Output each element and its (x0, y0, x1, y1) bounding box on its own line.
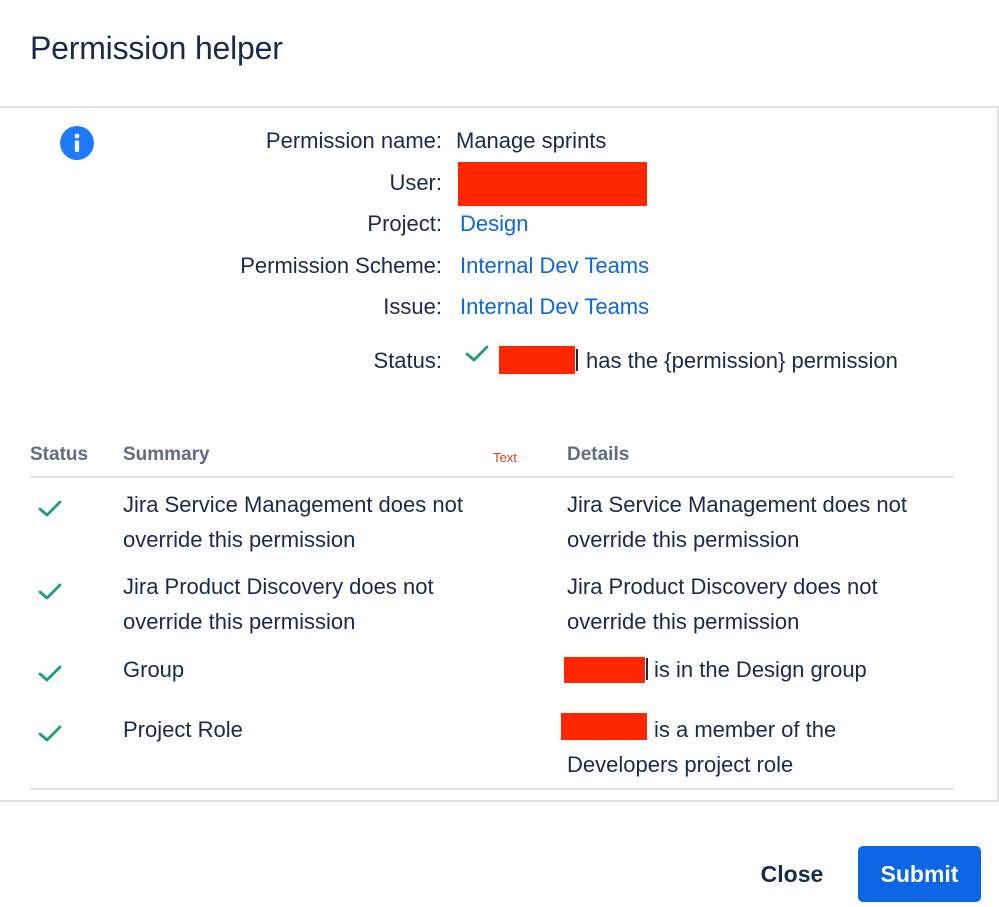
project-link[interactable]: Design (460, 211, 528, 237)
check-icon (37, 724, 63, 744)
table-header-divider (30, 476, 954, 478)
issue-link[interactable]: Internal Dev Teams (460, 294, 649, 320)
check-icon (37, 582, 63, 602)
submit-button[interactable]: Submit (858, 846, 981, 902)
check-icon (464, 344, 490, 364)
table-row-details: Jira Service Management does notoverride… (567, 487, 907, 557)
table-row-summary: Jira Service Management does notoverride… (123, 487, 463, 557)
table-row-details: is a member of the Developers project ro… (567, 712, 836, 782)
status-label: Status: (374, 348, 442, 374)
table-row-details: Jira Product Discovery does notoverride … (567, 569, 878, 639)
dialog-title: Permission helper (30, 30, 283, 67)
permission-scheme-label: Permission Scheme: (240, 253, 442, 279)
user-label: User: (389, 170, 442, 196)
issue-label: Issue: (383, 294, 442, 320)
table-bottom-divider (30, 788, 954, 790)
group-user-redaction (564, 657, 645, 683)
column-header-summary[interactable]: Summary (123, 444, 210, 466)
text-annotation: Text (493, 450, 517, 465)
table-row-summary: Jira Product Discovery does notoverride … (123, 569, 434, 639)
project-label: Project: (367, 211, 442, 237)
permission-scheme-link[interactable]: Internal Dev Teams (460, 253, 649, 279)
status-text: has the {permission} permission (576, 348, 898, 374)
permission-name-value: Manage sprints (456, 128, 606, 154)
column-header-status[interactable]: Status (30, 444, 88, 466)
table-row-summary: Project Role (123, 712, 243, 747)
column-header-details[interactable]: Details (567, 444, 629, 466)
user-redaction (458, 162, 647, 206)
table-row-details: is in the Design group (646, 652, 867, 687)
status-user-redaction (499, 346, 575, 374)
table-row-summary: Group (123, 652, 184, 687)
close-button[interactable]: Close (742, 848, 842, 900)
check-icon (37, 664, 63, 684)
check-icon (37, 499, 63, 519)
info-icon (60, 126, 94, 160)
permission-name-label: Permission name: (266, 128, 442, 154)
